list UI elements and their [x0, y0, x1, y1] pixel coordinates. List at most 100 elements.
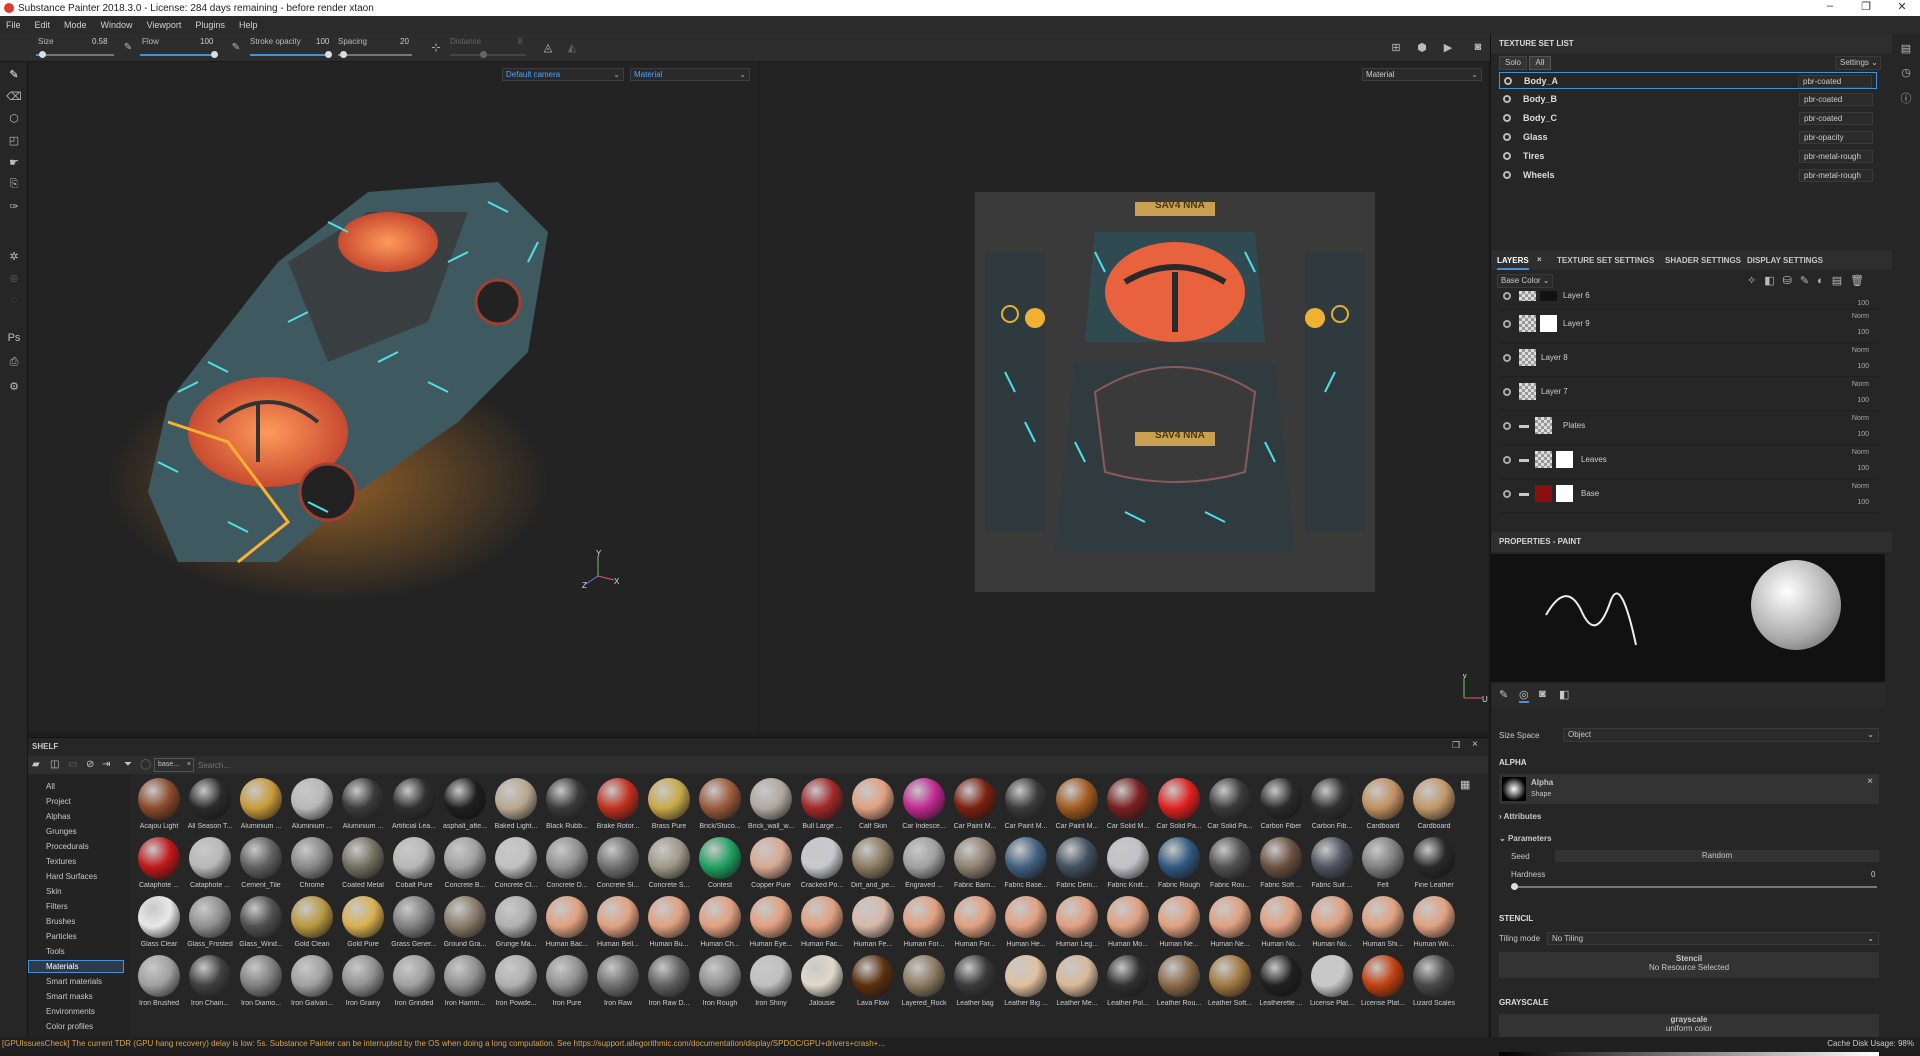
layer-opacity[interactable]: 100 — [1857, 499, 1869, 506]
material-tile[interactable]: Iron Hamm... — [440, 955, 490, 1013]
material-tile[interactable]: Human Mo... — [1103, 896, 1153, 954]
symmetry-icon[interactable]: ◬ — [540, 41, 556, 55]
material-tile[interactable]: asphalt_afte... — [440, 778, 490, 836]
layer-row[interactable]: ▬ Plates Norm 100 — [1499, 412, 1879, 445]
material-tile[interactable]: Aluminium ... — [338, 778, 388, 836]
material-tile[interactable]: License Plat... — [1307, 955, 1357, 1013]
category-skin[interactable]: Skin — [46, 887, 62, 896]
layer-blend-mode[interactable]: Norm — [1852, 381, 1869, 388]
material-tile[interactable]: Human Wri... — [1409, 896, 1458, 954]
visibility-icon[interactable] — [1503, 95, 1511, 103]
material-tile[interactable]: Car Solid M... — [1103, 778, 1153, 836]
material-tile[interactable]: Fabric Suit ... — [1307, 837, 1357, 895]
category-alphas[interactable]: Alphas — [46, 812, 70, 821]
layer-opacity[interactable]: 100 — [1857, 329, 1869, 336]
material-tile[interactable]: Iron Raw D... — [644, 955, 694, 1013]
spacing-slider[interactable] — [338, 51, 412, 58]
material-tile[interactable]: Iron Shiny — [746, 955, 796, 1013]
menu-mode[interactable]: Mode — [64, 20, 87, 30]
minimize-icon[interactable]: – — [1812, 0, 1848, 13]
material-tile[interactable]: Human Fe... — [848, 896, 898, 954]
layer-opacity[interactable]: 100 — [1857, 397, 1869, 404]
material-tile[interactable]: Engraved ... — [899, 837, 949, 895]
import-icon[interactable]: ⇥ — [102, 759, 110, 770]
material-tile[interactable]: Fabric Barn... — [950, 837, 1000, 895]
alpha-tab-icon[interactable]: ◎ — [1519, 688, 1529, 703]
material-tile[interactable]: Iron Powde... — [491, 955, 541, 1013]
brush-tab-icon[interactable]: ✎ — [1499, 688, 1508, 701]
material-tile[interactable]: Brass Pure — [644, 778, 694, 836]
material-tile[interactable]: Car Paint M... — [950, 778, 1000, 836]
material-tile[interactable]: Human He... — [1001, 896, 1051, 954]
material-tile[interactable]: Concrete D... — [542, 837, 592, 895]
seed-random-button[interactable]: Random — [1555, 850, 1879, 862]
texture-set-row[interactable]: Tires pbr-metal-rough — [1499, 148, 1877, 165]
eraser-icon[interactable]: ⌫ — [6, 90, 22, 104]
material-tile[interactable]: Human Ne... — [1154, 896, 1204, 954]
close-icon[interactable]: × — [187, 759, 191, 771]
menu-file[interactable]: File — [6, 20, 21, 30]
hardness-value[interactable]: 0 — [1871, 870, 1875, 879]
folder-icon[interactable]: ▬ — [1519, 454, 1529, 465]
shader-dropdown[interactable]: pbr-coated — [1799, 93, 1873, 106]
all-button[interactable]: All — [1529, 56, 1551, 70]
material-tile[interactable]: Human Leg... — [1052, 896, 1102, 954]
paint-brush-icon[interactable]: ✎ — [6, 68, 22, 82]
material-tile[interactable]: Human Bell... — [593, 896, 643, 954]
material-tile[interactable]: Brick/Stuco... — [695, 778, 745, 836]
visibility-icon[interactable] — [1503, 114, 1511, 122]
size-space-dropdown[interactable]: Object ⌄ — [1563, 728, 1879, 742]
photoshop-icon[interactable]: Ps — [6, 332, 22, 346]
material-tile[interactable]: Iron Pure — [542, 955, 592, 1013]
shader-dropdown[interactable]: pbr-coated — [1799, 112, 1873, 125]
material-tile[interactable]: Glass_Frosted — [185, 896, 235, 954]
material-tile[interactable]: Cardboard — [1409, 778, 1458, 836]
material-tile[interactable]: Gold Pure — [338, 896, 388, 954]
material-tile[interactable]: Ground Gra... — [440, 896, 490, 954]
layers-panel-icon[interactable]: ▤ — [1898, 42, 1914, 56]
material-tile[interactable]: Cataphote ... — [185, 837, 235, 895]
material-tile[interactable]: Artificial Lea... — [389, 778, 439, 836]
pen-pressure-icon[interactable]: ✎ — [120, 42, 136, 56]
material-tile[interactable]: Carbon Fiber — [1256, 778, 1306, 836]
folder-icon[interactable]: ▤ — [1832, 275, 1850, 287]
category-smart-masks[interactable]: Smart masks — [46, 992, 93, 1001]
category-all[interactable]: All — [46, 782, 55, 791]
material-tile[interactable]: Car Paint M... — [1001, 778, 1051, 836]
shader-dropdown[interactable]: pbr-opacity — [1799, 131, 1873, 144]
material-tile[interactable]: Human No... — [1256, 896, 1306, 954]
menu-viewport[interactable]: Viewport — [147, 20, 182, 30]
material-tile[interactable]: Leather bag — [950, 955, 1000, 1013]
video-icon[interactable]: ▶ — [1440, 41, 1456, 55]
category-textures[interactable]: Textures — [46, 857, 76, 866]
category-hard-surfaces[interactable]: Hard Surfaces — [46, 872, 97, 881]
texture-set-row[interactable]: Body_A pbr-coated — [1499, 72, 1877, 89]
close-icon[interactable]: × — [1472, 739, 1478, 750]
grid-view-icon[interactable]: ▦ — [1460, 778, 1470, 791]
viewport-2d[interactable]: Material ⌄ SAV4 NNA SAV4 NNA VU — [760, 62, 1488, 732]
lazy-mouse-icon[interactable]: ⊹ — [428, 41, 444, 55]
texture-set-row[interactable]: Glass pbr-opacity — [1499, 129, 1877, 146]
tab-display-settings[interactable]: DISPLAY SETTINGS — [1747, 256, 1823, 265]
add-paint-layer-icon[interactable]: ✎ — [1800, 275, 1817, 287]
folder-icon[interactable]: ▬ — [1519, 420, 1529, 431]
effects-icon[interactable]: ✧ — [1747, 275, 1764, 287]
material-tile[interactable]: Fabric Rou... — [1205, 837, 1255, 895]
material-tile[interactable]: Aluminium ... — [236, 778, 286, 836]
material-tile[interactable]: Human For... — [950, 896, 1000, 954]
layer-blend-mode[interactable]: Norm — [1852, 449, 1869, 456]
material-tile[interactable]: Felt — [1358, 837, 1408, 895]
flow-value[interactable]: 100 — [200, 37, 213, 46]
category-smart-materials[interactable]: Smart materials — [46, 977, 102, 986]
shader-dropdown[interactable]: pbr-metal-rough — [1799, 169, 1873, 182]
tiling-mode-dropdown[interactable]: No Tiling ⌄ — [1547, 932, 1879, 945]
material-tile[interactable]: Chrome — [287, 837, 337, 895]
close-icon[interactable]: ✕ — [1884, 0, 1920, 13]
material-tile[interactable]: Fabric Base... — [1001, 837, 1051, 895]
material-tile[interactable]: Grass Gener... — [389, 896, 439, 954]
uv-view-icon[interactable]: ⊞ — [1388, 41, 1404, 55]
material-tile[interactable]: Glass_Wind... — [236, 896, 286, 954]
material-tile[interactable]: Iron Raw — [593, 955, 643, 1013]
material-tile[interactable]: Fabric Knitt... — [1103, 837, 1153, 895]
smudge-icon[interactable]: ☛ — [6, 156, 22, 170]
